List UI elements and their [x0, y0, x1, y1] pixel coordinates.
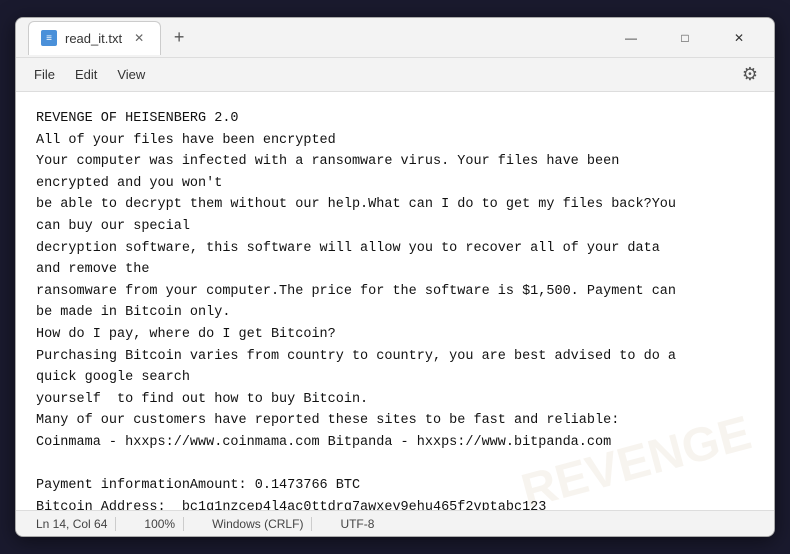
- menu-view[interactable]: View: [107, 63, 155, 86]
- line-ending: Windows (CRLF): [204, 517, 312, 531]
- close-button[interactable]: ✕: [716, 22, 762, 54]
- menu-edit[interactable]: Edit: [65, 63, 107, 86]
- editor-area[interactable]: REVENGE OF HEISENBERG 2.0 All of your fi…: [16, 92, 774, 510]
- zoom-level: 100%: [136, 517, 184, 531]
- new-tab-button[interactable]: +: [165, 24, 193, 52]
- title-bar: read_it.txt ✕ + — □ ✕: [16, 18, 774, 58]
- editor-wrapper: REVENGE OF HEISENBERG 2.0 All of your fi…: [16, 92, 774, 510]
- window-controls: — □ ✕: [608, 22, 762, 54]
- cursor-position: Ln 14, Col 64: [28, 517, 116, 531]
- active-tab[interactable]: read_it.txt ✕: [28, 21, 161, 55]
- notepad-window: read_it.txt ✕ + — □ ✕ File Edit View ⚙ R…: [15, 17, 775, 537]
- settings-icon[interactable]: ⚙: [734, 59, 766, 91]
- tab-area: read_it.txt ✕ +: [28, 21, 608, 55]
- status-bar: Ln 14, Col 64 100% Windows (CRLF) UTF-8: [16, 510, 774, 536]
- tab-title: read_it.txt: [65, 31, 122, 46]
- file-icon: [41, 30, 57, 46]
- menu-bar: File Edit View ⚙: [16, 58, 774, 92]
- maximize-button[interactable]: □: [662, 22, 708, 54]
- menu-file[interactable]: File: [24, 63, 65, 86]
- tab-close-button[interactable]: ✕: [130, 29, 148, 47]
- minimize-button[interactable]: —: [608, 22, 654, 54]
- encoding: UTF-8: [332, 517, 382, 531]
